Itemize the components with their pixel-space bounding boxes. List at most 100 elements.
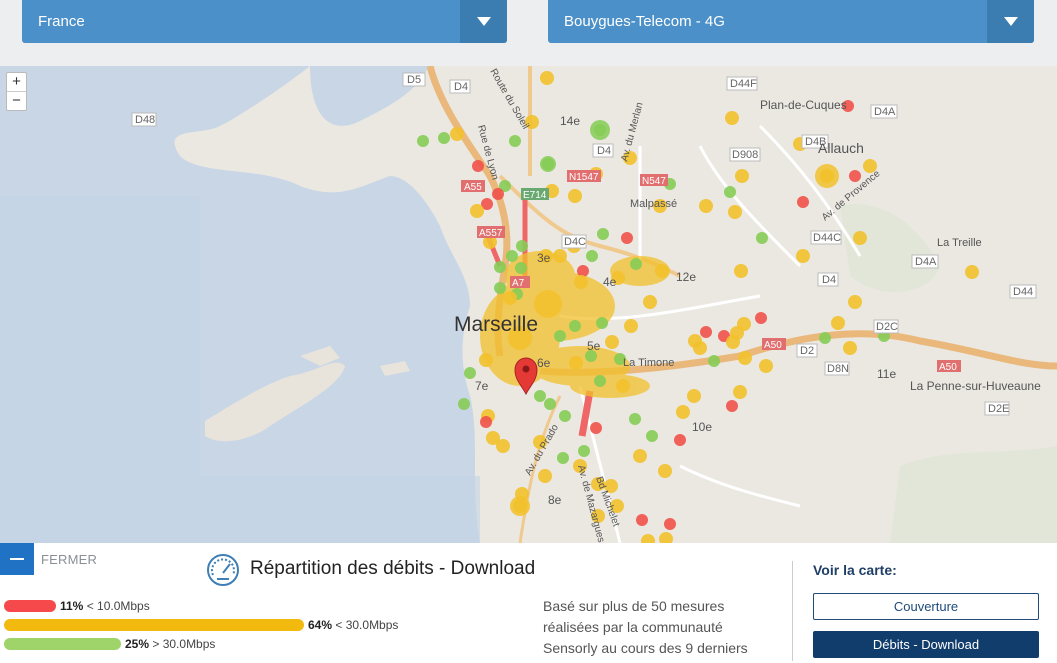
measurement-dot	[509, 135, 521, 147]
place-label: La Timone	[623, 357, 674, 369]
speed-bar	[4, 638, 121, 650]
road-label: D5	[407, 74, 421, 86]
district-label: 5e	[587, 339, 601, 353]
street-label: Rue de Lyon	[475, 124, 500, 181]
measurement-dot	[574, 275, 588, 289]
close-panel-button[interactable]	[0, 543, 34, 575]
stats-panel: FERMER Répartition des débits - Download…	[0, 543, 1057, 663]
road-label: D44F	[730, 78, 757, 90]
minus-icon	[10, 558, 24, 560]
speed-bar	[4, 600, 56, 612]
zoom-in-button[interactable]: +	[7, 73, 26, 91]
country-select[interactable]: France	[22, 0, 507, 43]
speed-bar-label: 64% < 30.0Mbps	[308, 618, 399, 632]
measurement-dot	[819, 332, 831, 344]
measurement-dot	[569, 320, 581, 332]
location-pin-icon[interactable]	[514, 357, 538, 396]
measurement-dot	[849, 170, 861, 182]
measurement-dot	[688, 334, 702, 348]
measurement-dot	[586, 250, 598, 262]
measurement-dot	[458, 398, 470, 410]
measurement-dot	[554, 330, 566, 342]
measurement-dot	[534, 290, 562, 318]
place-label: Malpassé	[630, 198, 677, 210]
measurement-dot	[557, 452, 569, 464]
street-label: Av. du Prado	[523, 422, 561, 477]
country-select-value: France	[38, 13, 85, 30]
map-canvas[interactable]: D5 D4 D48 D44F D4A D4B D908 D4 D4C D44C …	[0, 66, 1057, 543]
measurement-dot	[630, 258, 642, 270]
chevron-down-icon[interactable]	[987, 0, 1034, 43]
measurement-dot	[594, 375, 606, 387]
district-label: 3e	[537, 251, 551, 265]
measurement-dot	[480, 416, 492, 428]
measurement-dot	[470, 204, 484, 218]
city-label: Marseille	[454, 313, 538, 336]
measurement-dot	[569, 356, 583, 370]
district-label: 4e	[603, 275, 617, 289]
road-label: D48	[135, 114, 155, 126]
district-label: 8e	[548, 493, 562, 507]
measurement-dot	[735, 169, 749, 183]
coverage-button[interactable]: Couverture	[813, 593, 1039, 620]
measurement-dot	[724, 186, 736, 198]
speed-bar	[4, 619, 304, 631]
zoom-out-button[interactable]: −	[7, 91, 26, 110]
place-label: La Penne-sur-Huveaune	[910, 379, 1041, 393]
measurement-dot	[616, 379, 630, 393]
panel-title: Répartition des débits - Download	[250, 558, 536, 579]
measurement-dot	[516, 240, 528, 252]
measurement-dot	[831, 316, 845, 330]
district-label: 7e	[475, 379, 489, 393]
chevron-down-icon[interactable]	[460, 0, 507, 43]
close-label[interactable]: FERMER	[41, 552, 97, 567]
measurement-dot	[464, 367, 476, 379]
district-label: 10e	[692, 420, 712, 434]
road-label: N1547	[569, 172, 599, 183]
road-label: D44	[1013, 286, 1033, 298]
operator-select[interactable]: Bouygues-Telecom - 4G	[548, 0, 1034, 43]
info-note: Basé sur plus de 50 mesures réalisées pa…	[543, 598, 748, 656]
download-speed-button[interactable]: Débits - Download	[813, 631, 1039, 658]
measurement-dot	[815, 164, 839, 188]
road-label: D8N	[827, 363, 849, 375]
measurement-dot	[624, 319, 638, 333]
measurement-dot	[843, 341, 857, 355]
measurement-dot	[659, 532, 673, 543]
road-label: N547	[642, 176, 666, 187]
road-label: D4C	[564, 236, 586, 248]
district-label: 14e	[560, 114, 580, 128]
measurement-dot	[479, 353, 493, 367]
road-label: D2C	[876, 321, 898, 333]
measurement-dot	[597, 228, 609, 240]
measurement-dot	[641, 534, 655, 543]
measurement-dot	[605, 335, 619, 349]
measurement-dot	[503, 291, 517, 305]
operator-select-value: Bouygues-Telecom - 4G	[564, 13, 725, 30]
measurement-dot	[496, 439, 510, 453]
street-label: Route du Soleil	[487, 67, 530, 131]
map-view[interactable]: D5 D4 D48 D44F D4A D4B D908 D4 D4C D44C …	[0, 66, 1057, 543]
measurement-dot	[559, 410, 571, 422]
measurement-dot	[438, 132, 450, 144]
measurement-dot	[797, 196, 809, 208]
zoom-control: + −	[6, 72, 27, 111]
measurement-dot	[965, 265, 979, 279]
road-label: D908	[732, 149, 758, 161]
measurement-dot	[417, 135, 429, 147]
measurement-dot	[636, 514, 648, 526]
measurement-dot	[755, 312, 767, 324]
road-label: A50	[764, 340, 782, 351]
measurement-dot	[540, 71, 554, 85]
measurement-dot	[450, 127, 464, 141]
road-label: D4	[822, 274, 836, 286]
top-bar: France Bouygues-Telecom - 4G	[0, 0, 1057, 66]
district-label: 6e	[537, 356, 551, 370]
measurement-dot	[708, 355, 720, 367]
district-label: 11e	[877, 367, 896, 381]
measurement-dot	[472, 160, 484, 172]
measurement-dot	[506, 250, 518, 262]
measurement-dot	[725, 111, 739, 125]
measurement-dot	[658, 464, 672, 478]
road-label: D2	[800, 345, 814, 357]
